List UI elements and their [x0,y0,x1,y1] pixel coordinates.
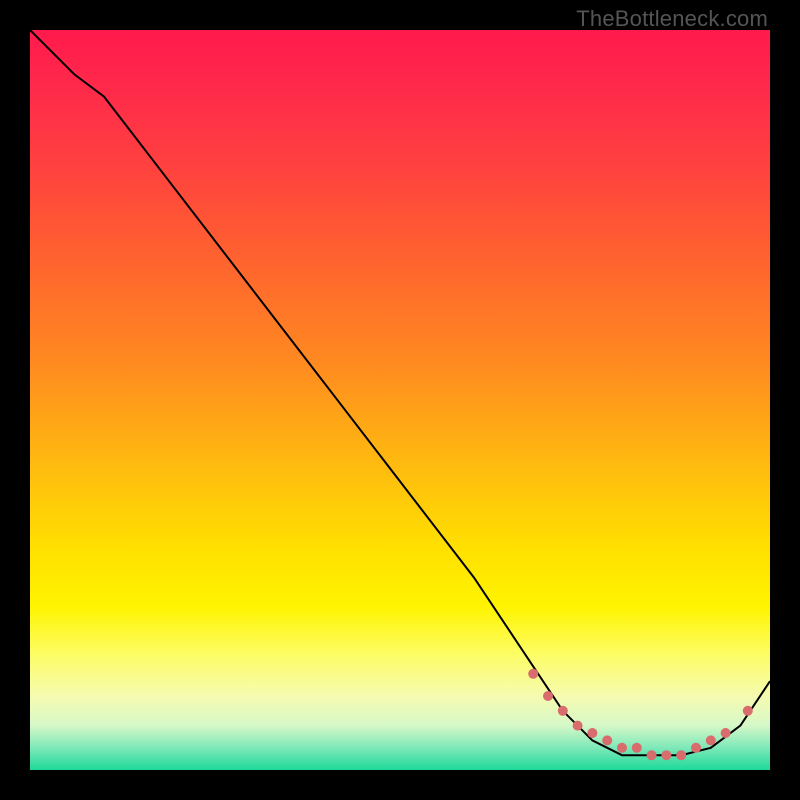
data-point [587,728,597,738]
data-point [706,735,716,745]
data-point [573,721,583,731]
data-point [632,743,642,753]
marker-group [528,669,753,760]
data-point [528,669,538,679]
data-point [721,728,731,738]
watermark-text: TheBottleneck.com [576,6,768,32]
curve-layer [30,30,770,770]
data-point [647,750,657,760]
data-point [676,750,686,760]
data-point [617,743,627,753]
data-point [743,706,753,716]
data-point [661,750,671,760]
data-point [691,743,701,753]
chart-frame: TheBottleneck.com [0,0,800,800]
data-point [558,706,568,716]
bottleneck-curve [30,30,770,755]
data-point [543,691,553,701]
data-point [602,735,612,745]
plot-area [30,30,770,770]
